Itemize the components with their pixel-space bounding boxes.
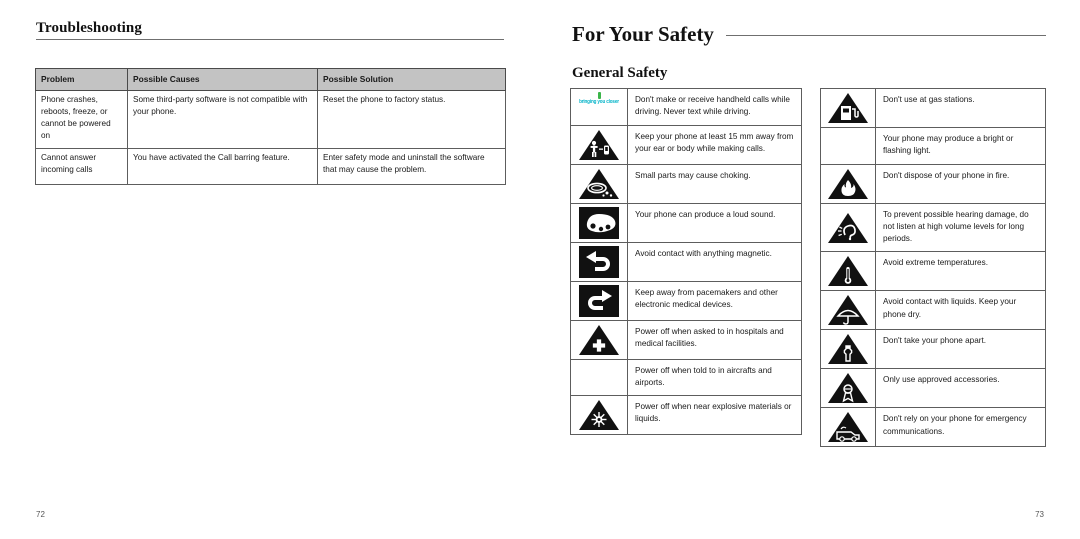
heading-rule [725,35,1046,36]
cell-solution: Enter safety mode and uninstall the soft… [317,148,506,186]
page-number-left: 72 [36,510,45,519]
no-icon [820,127,876,165]
safety-text: Don't dispose of your phone in fire. [875,163,1046,204]
cell-problem: Cannot answer incoming calls [35,148,128,186]
magnetic-left-arrow-icon [570,241,628,282]
safety-row: Don't use at gas stations. [820,88,1046,128]
safety-text: Only use approved accessories. [875,368,1046,409]
no-icon [570,358,628,397]
choking-hazard-warning-icon [570,163,628,204]
page-title: Troubleshooting [36,20,142,36]
safety-text: Keep your phone at least 15 mm away from… [627,124,802,165]
table-header-row: Problem Possible Causes Possible Solutio… [35,67,506,92]
section-title-general-safety: General Safety [572,65,668,81]
approved-accessories-icon [820,368,876,409]
safety-text: Your phone can produce a loud sound. [627,202,802,243]
body-distance-warning-icon [570,124,628,165]
do-not-disassemble-icon [820,329,876,370]
troubleshooting-heading: Troubleshooting [36,20,504,40]
safety-text: Don't rely on your phone for emergency c… [875,407,1046,448]
safety-row: To prevent possible hearing damage, do n… [820,202,1046,253]
safety-row: Your phone can produce a loud sound. [570,202,802,243]
safety-text: Don't use at gas stations. [875,88,1046,128]
column-header-causes: Possible Causes [127,67,318,92]
safety-row: Power off when near explosive materials … [570,395,802,436]
safety-text: Keep away from pacemakers and other elec… [627,280,802,321]
safety-text: To prevent possible hearing damage, do n… [875,202,1046,253]
troubleshooting-table: Problem Possible Causes Possible Solutio… [35,67,506,186]
safety-row: Small parts may cause choking. [570,163,802,204]
safety-text: Power off when near explosive materials … [627,395,802,436]
safety-row: Only use approved accessories. [820,368,1046,409]
table-row: Cannot answer incoming calls You have ac… [35,148,506,186]
safety-row: bringing you closer Don't make or receiv… [570,88,802,126]
safety-text: Small parts may cause choking. [627,163,802,204]
gas-station-warning-icon [820,88,876,128]
magnetic-right-arrow-icon [570,280,628,321]
left-page: Troubleshooting Problem Possible Causes … [0,0,540,539]
safety-text: Power off when asked to in hospitals and… [627,319,802,360]
safety-text: Power off when told to in aircrafts and … [627,358,802,397]
safety-text: Avoid contact with liquids. Keep your ph… [875,290,1046,331]
loud-sound-icon [570,202,628,243]
safety-text: Don't take your phone apart. [875,329,1046,370]
safety-row: Your phone may produce a bright or flash… [820,127,1046,165]
column-header-solution: Possible Solution [317,67,506,92]
safety-row: Power off when told to in aircrafts and … [570,358,802,397]
safety-text: Avoid extreme temperatures. [875,251,1046,292]
safety-text: Avoid contact with anything magnetic. [627,241,802,282]
liquid-warning-icon [820,290,876,331]
safety-row: Power off when asked to in hospitals and… [570,319,802,360]
safety-row: Don't rely on your phone for emergency c… [820,407,1046,448]
chapter-title: For Your Safety [572,22,714,46]
temperature-warning-icon [820,251,876,292]
cell-problem: Phone crashes, reboots, freeze, or canno… [35,90,128,150]
brand-logo-icon: bringing you closer [570,88,628,126]
safety-row: Avoid contact with liquids. Keep your ph… [820,290,1046,331]
cell-cause: Some third-party software is not compati… [127,90,318,150]
safety-row: Don't take your phone apart. [820,329,1046,370]
cell-solution: Reset the phone to factory status. [317,90,506,150]
hearing-damage-warning-icon [820,202,876,253]
cell-cause: You have activated the Call barring feat… [127,148,318,186]
logo-tagline: bringing you closer [579,98,619,105]
explosive-warning-icon [570,395,628,436]
emergency-vehicle-icon [820,407,876,448]
safety-row: Avoid contact with anything magnetic. [570,241,802,282]
fire-warning-icon [820,163,876,204]
heading-rule [36,39,504,40]
safety-row: Don't dispose of your phone in fire. [820,163,1046,204]
safety-text: Your phone may produce a bright or flash… [875,127,1046,165]
safety-row: Keep away from pacemakers and other elec… [570,280,802,321]
safety-row: Avoid extreme temperatures. [820,251,1046,292]
brand-logo-mark: bringing you closer [576,92,622,122]
general-safety-table-column-2: Don't use at gas stations. Your phone ma… [820,88,1046,448]
table-row: Phone crashes, reboots, freeze, or canno… [35,90,506,150]
column-header-problem: Problem [35,67,128,92]
page-number-right: 73 [1035,510,1044,519]
safety-row: Keep your phone at least 15 mm away from… [570,124,802,165]
hospital-warning-icon [570,319,628,360]
general-safety-table-column-1: bringing you closer Don't make or receiv… [570,88,802,436]
for-your-safety-heading: For Your Safety [572,22,1046,47]
safety-text: Don't make or receive handheld calls whi… [627,88,802,126]
